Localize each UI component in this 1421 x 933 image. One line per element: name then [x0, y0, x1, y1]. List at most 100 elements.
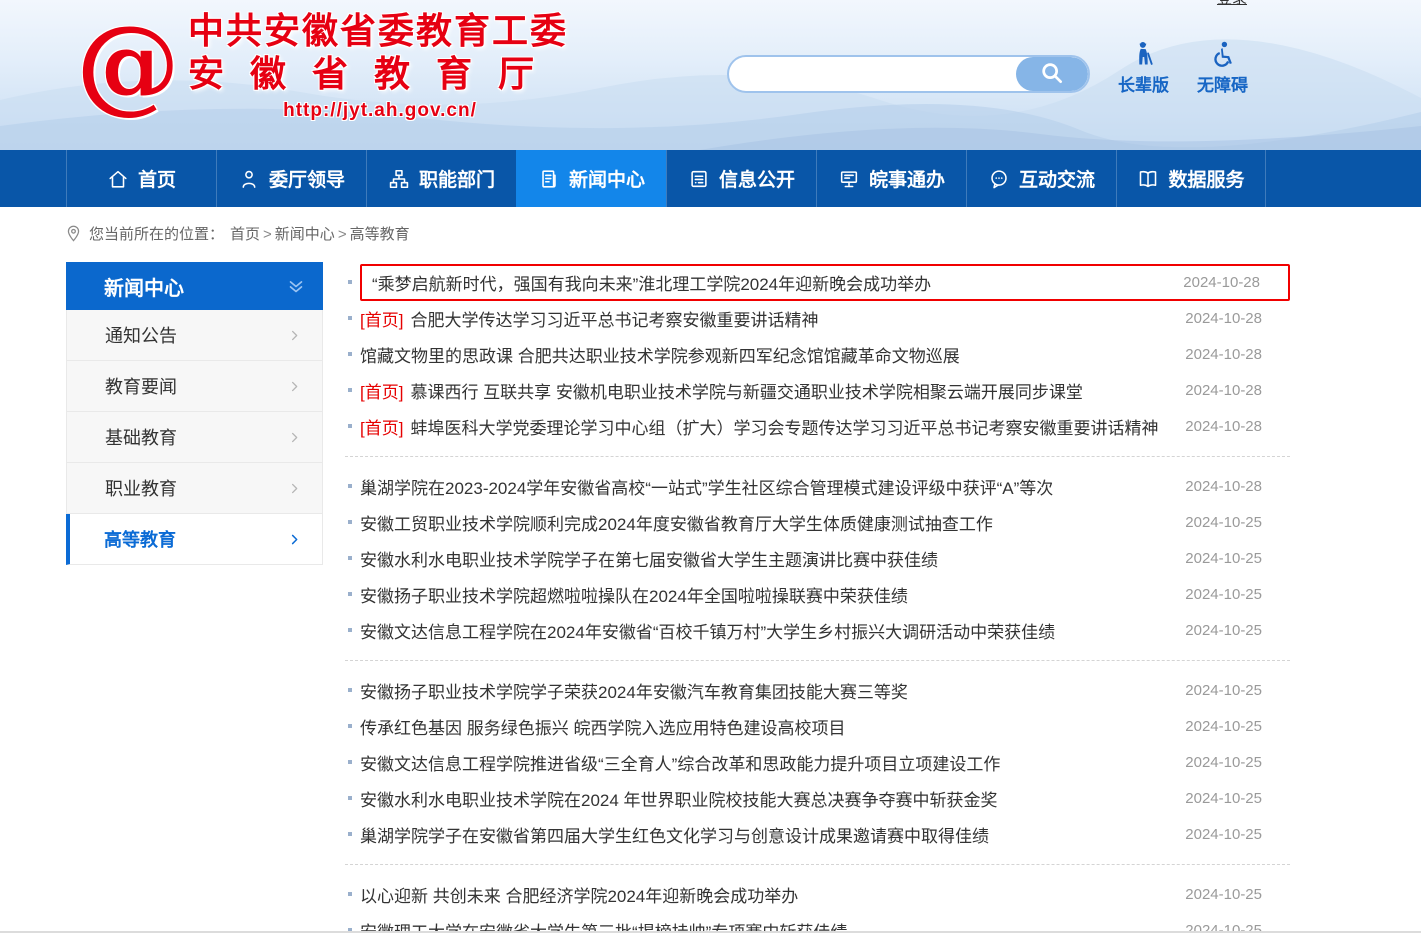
- bullet-icon: [348, 628, 352, 632]
- news-row[interactable]: 安徽扬子职业技术学院超燃啦啦操队在2024年全国啦啦操联赛中荣获佳绩2024-1…: [345, 576, 1290, 612]
- news-row[interactable]: [首页]蚌埠医科大学党委理论学习中心组（扩大）学习会专题传达学习习近平总书记考察…: [345, 408, 1290, 444]
- news-tag: [首页]: [360, 311, 403, 330]
- nav-item-label: 新闻中心: [569, 165, 645, 192]
- search-button[interactable]: [1016, 57, 1088, 91]
- news-row[interactable]: 安徽工贸职业技术学院顺利完成2024年度安徽省教育厅大学生体质健康测试抽查工作2…: [345, 504, 1290, 540]
- news-date: 2024-10-28: [1185, 418, 1290, 435]
- brand[interactable]: @ 中共安徽省委教育工委 安徽省教育厅 http://jyt.ah.gov.cn…: [76, 10, 572, 122]
- news-row-inner: [首页]合肥大学传达学习习近平总书记考察安徽重要讲话精神2024-10-28: [360, 306, 1290, 331]
- chevron-right-icon: [287, 379, 302, 394]
- news-title[interactable]: 馆藏文物里的思政课 合肥共达职业技术学院参观新四军纪念馆馆藏革命文物巡展: [360, 342, 1185, 367]
- news-title[interactable]: 巢湖学院在2023-2024学年安徽省高校“一站式”学生社区综合管理模式建设评级…: [360, 474, 1185, 499]
- news-row[interactable]: [首页]慕课西行 互联共享 安徽机电职业技术学院与新疆交通职业技术学院相聚云端开…: [345, 372, 1290, 408]
- news-title[interactable]: 安徽扬子职业技术学院超燃啦啦操队在2024年全国啦啦操联赛中荣获佳绩: [360, 582, 1185, 607]
- news-row[interactable]: 巢湖学院学子在安徽省第四届大学生红色文化学习与创意设计成果邀请赛中取得佳绩202…: [345, 816, 1290, 852]
- sidebar-item-notices[interactable]: 通知公告: [66, 310, 323, 361]
- news-row[interactable]: 安徽文达信息工程学院推进省级“三全育人”综合改革和思政能力提升项目立项建设工作2…: [345, 744, 1290, 780]
- login-link[interactable]: 登录: [1217, 0, 1247, 8]
- news-title[interactable]: 安徽工贸职业技术学院顺利完成2024年度安徽省教育厅大学生体质健康测试抽查工作: [360, 510, 1185, 535]
- news-date: 2024-10-25: [1185, 682, 1290, 699]
- news-date: 2024-10-25: [1185, 718, 1290, 735]
- interaction-icon: [988, 168, 1010, 190]
- news-row[interactable]: 馆藏文物里的思政课 合肥共达职业技术学院参观新四军纪念馆馆藏革命文物巡展2024…: [345, 336, 1290, 372]
- news-row[interactable]: 安徽理工大学在安徽省大学生第三批“揭榜挂帅”专项赛中斩获佳绩2024-10-25: [345, 912, 1290, 933]
- sidebar-header[interactable]: 新闻中心: [66, 262, 323, 310]
- news-title[interactable]: [首页]合肥大学传达学习习近平总书记考察安徽重要讲话精神: [360, 306, 1185, 331]
- bullet-icon: [348, 388, 352, 392]
- bullet-icon: [348, 592, 352, 596]
- news-row-inner: 巢湖学院在2023-2024学年安徽省高校“一站式”学生社区综合管理模式建设评级…: [360, 474, 1290, 499]
- news-group-separator: [345, 660, 1290, 661]
- news-row[interactable]: 安徽文达信息工程学院在2024年安徽省“百校千镇万村”大学生乡村振兴大调研活动中…: [345, 612, 1290, 648]
- page-root: 登录 @ 中共安徽省委教育工委 安徽省教育厅 http://jyt.ah.gov…: [0, 0, 1421, 933]
- news-row-inner: 安徽水利水电职业技术学院在2024 年世界职业院校技能大赛总决赛争夺赛中斩获金奖…: [360, 786, 1290, 811]
- chevron-right-icon: [287, 430, 302, 445]
- sidebar-item-education-news[interactable]: 教育要闻: [66, 361, 323, 412]
- bullet-icon: [348, 484, 352, 488]
- site-url: http://jyt.ah.gov.cn/: [188, 100, 572, 122]
- bullet-icon: [348, 724, 352, 728]
- news-title[interactable]: 以心迎新 共创未来 合肥经济学院2024年迎新晚会成功举办: [360, 882, 1185, 907]
- bullet-icon: [348, 316, 352, 320]
- nav-item-info-disclosure[interactable]: 信息公开: [666, 150, 816, 207]
- sidebar-title: 新闻中心: [104, 272, 184, 301]
- news-row[interactable]: 传承红色基因 服务绿色振兴 皖西学院入选应用特色建设高校项目2024-10-25: [345, 708, 1290, 744]
- news-title-text: 巢湖学院在2023-2024学年安徽省高校“一站式”学生社区综合管理模式建设评级…: [360, 479, 1053, 498]
- news-row[interactable]: 安徽扬子职业技术学院学子荣获2024年安徽汽车教育集团技能大赛三等奖2024-1…: [345, 672, 1290, 708]
- nav-item-label: 信息公开: [719, 165, 795, 192]
- nav-item-data-services[interactable]: 数据服务: [1116, 150, 1266, 207]
- news-row[interactable]: 以心迎新 共创未来 合肥经济学院2024年迎新晚会成功举办2024-10-25: [345, 876, 1290, 912]
- news-title[interactable]: 安徽文达信息工程学院在2024年安徽省“百校千镇万村”大学生乡村振兴大调研活动中…: [360, 618, 1185, 643]
- nav-item-home[interactable]: 首页: [66, 150, 216, 207]
- nav-item-wan-services[interactable]: 皖事通办: [816, 150, 966, 207]
- accessibility-button[interactable]: 无障碍: [1197, 40, 1248, 96]
- breadcrumb-item[interactable]: 高等教育: [350, 226, 410, 243]
- nav-item-label: 数据服务: [1168, 165, 1244, 192]
- news-icon: [538, 168, 560, 190]
- news-row[interactable]: 安徽水利水电职业技术学院在2024 年世界职业院校技能大赛总决赛争夺赛中斩获金奖…: [345, 780, 1290, 816]
- sidebar-item-basic-education[interactable]: 基础教育: [66, 412, 323, 463]
- sidebar-item-vocational-education[interactable]: 职业教育: [66, 463, 323, 514]
- news-row[interactable]: 安徽水利水电职业技术学院学子在第七届安徽省大学生主题演讲比赛中获佳绩2024-1…: [345, 540, 1290, 576]
- sidebar-item-label: 教育要闻: [105, 373, 177, 399]
- news-date: 2024-10-25: [1185, 514, 1290, 531]
- elder-version-label: 长辈版: [1118, 71, 1169, 96]
- elder-version-button[interactable]: 长辈版: [1118, 40, 1169, 96]
- news-row-inner: [首页]慕课西行 互联共享 安徽机电职业技术学院与新疆交通职业技术学院相聚云端开…: [360, 378, 1290, 403]
- news-title[interactable]: 安徽文达信息工程学院推进省级“三全育人”综合改革和思政能力提升项目立项建设工作: [360, 750, 1185, 775]
- location-pin-icon: [64, 224, 83, 243]
- news-title[interactable]: 安徽水利水电职业技术学院在2024 年世界职业院校技能大赛总决赛争夺赛中斩获金奖: [360, 786, 1185, 811]
- header-tools: 长辈版 无障碍: [1118, 40, 1248, 96]
- news-title[interactable]: [首页]慕课西行 互联共享 安徽机电职业技术学院与新疆交通职业技术学院相聚云端开…: [360, 378, 1185, 403]
- news-title[interactable]: 安徽扬子职业技术学院学子荣获2024年安徽汽车教育集团技能大赛三等奖: [360, 678, 1185, 703]
- brand-text: 中共安徽省委教育工委 安徽省教育厅 http://jyt.ah.gov.cn/: [188, 10, 572, 122]
- breadcrumb-separator: >: [263, 226, 272, 243]
- nav-item-interaction[interactable]: 互动交流: [966, 150, 1116, 207]
- bullet-icon: [348, 892, 352, 896]
- sidebar-item-higher-education[interactable]: 高等教育: [66, 514, 323, 565]
- news-row[interactable]: 巢湖学院在2023-2024学年安徽省高校“一站式”学生社区综合管理模式建设评级…: [345, 468, 1290, 504]
- bullet-icon: [348, 556, 352, 560]
- news-title[interactable]: [首页]蚌埠医科大学党委理论学习中心组（扩大）学习会专题传达学习习近平总书记考察…: [360, 414, 1185, 439]
- news-title[interactable]: “乘梦启航新时代，强国有我向未来”淮北理工学院2024年迎新晚会成功举办: [372, 270, 1183, 295]
- news-row-inner: 安徽文达信息工程学院推进省级“三全育人”综合改革和思政能力提升项目立项建设工作2…: [360, 750, 1290, 775]
- news-title[interactable]: 传承红色基因 服务绿色振兴 皖西学院入选应用特色建设高校项目: [360, 714, 1185, 739]
- news-title[interactable]: 巢湖学院学子在安徽省第四届大学生红色文化学习与创意设计成果邀请赛中取得佳绩: [360, 822, 1185, 847]
- nav-item-label: 皖事通办: [869, 165, 945, 192]
- bullet-icon: [348, 688, 352, 692]
- search-input[interactable]: [729, 57, 1016, 91]
- news-title[interactable]: 安徽水利水电职业技术学院学子在第七届安徽省大学生主题演讲比赛中获佳绩: [360, 546, 1185, 571]
- breadcrumb-item[interactable]: 新闻中心: [275, 226, 335, 243]
- news-row-inner: 安徽扬子职业技术学院超燃啦啦操队在2024年全国啦啦操联赛中荣获佳绩2024-1…: [360, 582, 1290, 607]
- nav-item-leaders[interactable]: 委厅领导: [216, 150, 366, 207]
- news-row[interactable]: [首页]合肥大学传达学习习近平总书记考察安徽重要讲话精神2024-10-28: [345, 300, 1290, 336]
- news-title-text: 安徽水利水电职业技术学院在2024 年世界职业院校技能大赛总决赛争夺赛中斩获金奖: [360, 791, 998, 810]
- news-row-highlighted[interactable]: “乘梦启航新时代，强国有我向未来”淮北理工学院2024年迎新晚会成功举办2024…: [345, 264, 1290, 300]
- nav-item-departments[interactable]: 职能部门: [366, 150, 516, 207]
- bullet-icon: [348, 352, 352, 356]
- nav-item-news-center[interactable]: 新闻中心: [516, 150, 666, 207]
- breadcrumb-item[interactable]: 首页: [230, 226, 260, 243]
- news-row-inner: “乘梦启航新时代，强国有我向未来”淮北理工学院2024年迎新晚会成功举办2024…: [360, 264, 1290, 301]
- chevron-double-down-icon: [285, 275, 307, 297]
- news-row-inner: 传承红色基因 服务绿色振兴 皖西学院入选应用特色建设高校项目2024-10-25: [360, 714, 1290, 739]
